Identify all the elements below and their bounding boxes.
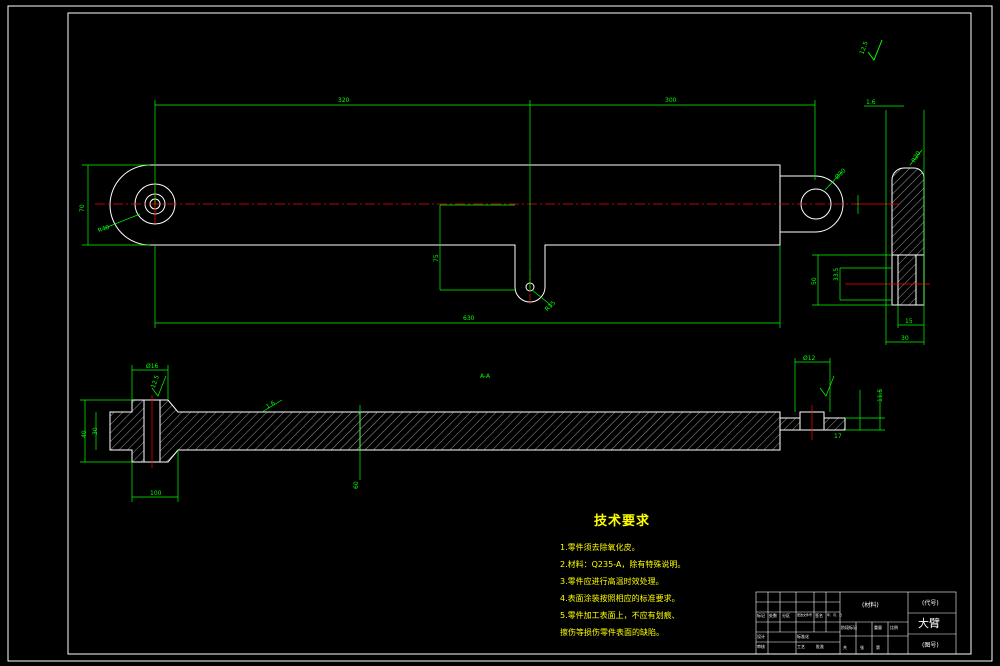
dim-lower-h2: 30 bbox=[92, 427, 99, 435]
title-drawing-no: (图号) bbox=[922, 642, 939, 649]
top-dimensions bbox=[82, 100, 843, 328]
dim-lower-seg: 100 bbox=[150, 490, 162, 497]
dim-side-thickness: 1.6 bbox=[866, 99, 876, 106]
title-cell: 批准 bbox=[816, 644, 824, 649]
dim-left-radius: R40 bbox=[97, 224, 111, 235]
tech-req-title: 技术要求 bbox=[594, 514, 651, 529]
dim-side-h1: 33.5 bbox=[833, 267, 840, 281]
svg-text:12.5: 12.5 bbox=[859, 40, 870, 55]
tech-req-item: 1.零件须去除氧化皮。 bbox=[560, 543, 640, 552]
title-cell: 分区 bbox=[782, 613, 790, 618]
tech-req-item: 2.材料：Q235-A，除有特殊说明。 bbox=[560, 560, 686, 569]
dim-lower-end2: 17 bbox=[834, 433, 842, 440]
dim-top-right: 300 bbox=[665, 97, 677, 104]
dim-lower-r: 1.6 bbox=[265, 400, 277, 411]
dim-overall: 630 bbox=[463, 315, 475, 322]
surface-finish-symbol: 12.5 bbox=[859, 39, 883, 62]
dim-left-height: 70 bbox=[79, 204, 86, 212]
top-view bbox=[95, 164, 860, 305]
title-cell: 重量 bbox=[874, 625, 882, 630]
title-cell: 设计 bbox=[757, 634, 765, 639]
tech-req-item: 5.零件加工表面上，不应有划痕、 bbox=[560, 611, 680, 620]
dim-slot-depth: 75 bbox=[433, 254, 440, 262]
title-code: (代号) bbox=[922, 600, 939, 607]
title-cell: 比例 bbox=[890, 625, 898, 630]
dim-lower-hole: Ø12 bbox=[803, 355, 816, 362]
title-cell: 年、月、日 bbox=[827, 613, 843, 617]
title-cell: 工艺 bbox=[797, 644, 805, 649]
dim-side-w1: 15 bbox=[905, 318, 913, 325]
dim-lower-mid: 60 bbox=[353, 481, 360, 489]
dim-lower-ra: 12.5 bbox=[150, 374, 161, 389]
title-cell: 更改文件号 bbox=[797, 613, 813, 617]
technical-requirements: 技术要求 1.零件须去除氧化皮。 2.材料：Q235-A，除有特殊说明。 3.零… bbox=[560, 510, 760, 641]
dim-slot-radius: R15 bbox=[544, 300, 557, 313]
title-cell: 签名 bbox=[815, 613, 823, 618]
title-cell: 标准化 bbox=[797, 634, 809, 639]
tech-req-item: 4.表面涂装按照相应的标准要求。 bbox=[560, 594, 680, 603]
dim-right-hole: Ø30 bbox=[834, 167, 848, 181]
outer-frame bbox=[7, 5, 993, 662]
title-cell: 阶段标记 bbox=[841, 625, 857, 630]
dim-side-w2: 30 bbox=[901, 335, 909, 342]
tech-req-item: 3.零件应进行高温时效处理。 bbox=[560, 577, 664, 586]
title-cell: 处数 bbox=[769, 613, 777, 618]
title-cell: 标记 bbox=[757, 613, 765, 618]
dim-lower-end1: 11.5 bbox=[877, 388, 884, 402]
title-cell: 第 bbox=[876, 645, 880, 650]
title-cell: 共 bbox=[843, 645, 847, 650]
title-cell: 张 bbox=[860, 645, 864, 650]
inner-frame bbox=[67, 12, 972, 655]
arm-outline bbox=[109, 164, 781, 303]
title-part-name: 大臂 bbox=[918, 617, 940, 630]
title-material: (材料) bbox=[862, 602, 879, 609]
title-cell: 审核 bbox=[757, 644, 765, 649]
dim-top-left: 320 bbox=[338, 97, 350, 104]
side-view bbox=[845, 167, 930, 306]
section-view: A-A bbox=[109, 373, 846, 468]
cad-drawing: 12.5 320 300 630 70 R40 75 R15 Ø30 1.6 R… bbox=[7, 5, 993, 662]
dim-lower-h: 40 bbox=[81, 430, 88, 438]
section-label: A-A bbox=[480, 373, 491, 380]
tech-req-item: 擦伤等损伤零件表面的缺陷。 bbox=[560, 628, 664, 637]
dim-lower-w: Ø16 bbox=[146, 363, 159, 370]
dim-side-h2: 50 bbox=[811, 277, 818, 285]
